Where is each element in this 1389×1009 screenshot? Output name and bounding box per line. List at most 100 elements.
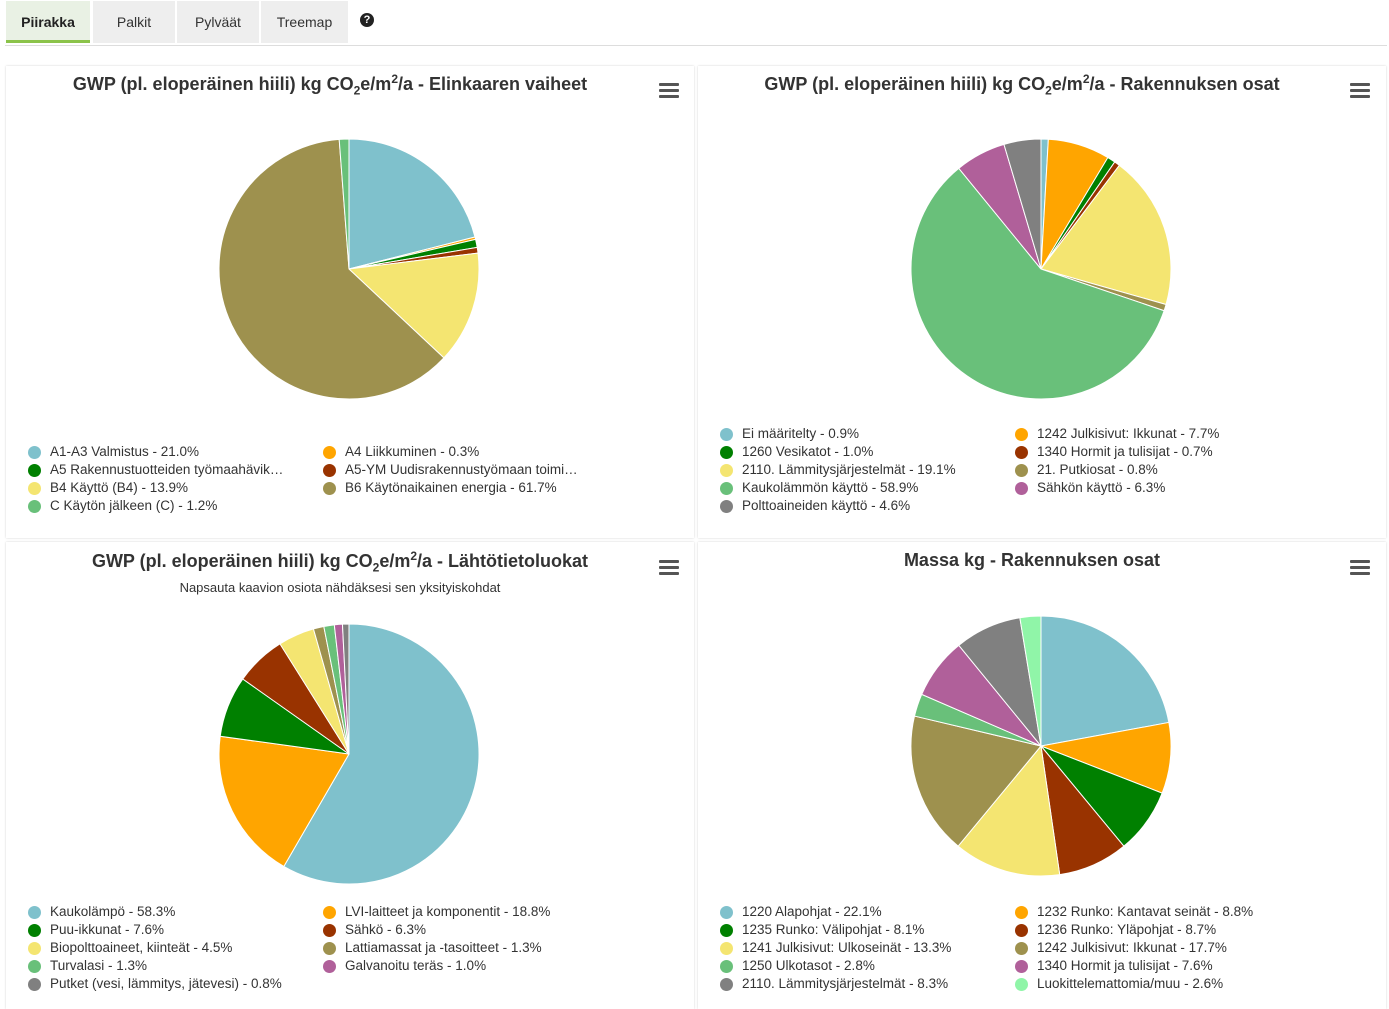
legend-marker-icon — [720, 942, 733, 955]
legend-marker-icon — [1015, 446, 1028, 459]
legend-marker-icon — [323, 942, 336, 955]
legend-marker-icon — [28, 924, 41, 937]
legend-label: 2110. Lämmitysjärjestelmät - 8.3% — [742, 976, 949, 991]
legend-marker-icon — [1015, 924, 1028, 937]
legend-item-puu-ikkunat[interactable]: Puu-ikkunat - 7.6% — [28, 921, 164, 939]
legend-item-b4-kaytto-b4[interactable]: B4 Käyttö (B4) - 13.9% — [28, 479, 188, 497]
chart-panel-rakennuksen-osat-gwp: GWP (pl. eloperäinen hiili) kg CO2e/m2/a… — [698, 66, 1386, 538]
legend-item-a5-ym-uudisrakennustyomaan-toimi[interactable]: A5-YM Uudisrakennustyömaan toimi… — [323, 461, 578, 479]
legend-item-1220-alapohjat[interactable]: 1220 Alapohjat - 22.1% — [720, 903, 882, 921]
legend-label: 1220 Alapohjat - 22.1% — [742, 904, 882, 919]
chart-type-tabs: Piirakka Palkit Pylväät Treemap ? — [5, 0, 1387, 46]
legend-item-1250-ulkotasot[interactable]: 1250 Ulkotasot - 2.8% — [720, 957, 875, 975]
legend-item-turvalasi[interactable]: Turvalasi - 1.3% — [28, 957, 147, 975]
legend-marker-icon — [1015, 464, 1028, 477]
legend-item-1340-hormit-ja-tulisijat[interactable]: 1340 Hormit ja tulisijat - 7.6% — [1015, 957, 1213, 975]
legend-item-polttoaineiden-kaytto[interactable]: Polttoaineiden käyttö - 4.6% — [720, 497, 910, 515]
legend-marker-icon — [28, 464, 41, 477]
legend-marker-icon — [720, 960, 733, 973]
legend-item-1340-hormit-ja-tulisijat[interactable]: 1340 Hormit ja tulisijat - 0.7% — [1015, 443, 1213, 461]
legend-label: A5 Rakennustuotteiden työmaahävik… — [50, 462, 284, 477]
legend-marker-icon — [1015, 960, 1028, 973]
legend-label: Kaukolämpö - 58.3% — [50, 904, 176, 919]
legend-label: B4 Käyttö (B4) - 13.9% — [50, 480, 189, 495]
legend-marker-icon — [720, 446, 733, 459]
legend-marker-icon — [28, 978, 41, 991]
legend-label: Putket (vesi, lämmitys, jätevesi) - 0.8% — [50, 976, 282, 991]
help-icon[interactable]: ? — [360, 13, 374, 27]
legend-label: 1242 Julkisivut: Ikkunat - 7.7% — [1037, 426, 1220, 441]
legend-marker-icon — [720, 500, 733, 513]
legend-item-kaukolampo[interactable]: Kaukolämpö - 58.3% — [28, 903, 175, 921]
legend-label: A4 Liikkuminen - 0.3% — [345, 444, 480, 459]
legend-label: 1340 Hormit ja tulisijat - 0.7% — [1037, 444, 1213, 459]
legend-item-21-putkiosat[interactable]: 21. Putkiosat - 0.8% — [1015, 461, 1158, 479]
tab-palkit[interactable]: Palkit — [93, 1, 175, 43]
legend-label: 1235 Runko: Välipohjat - 8.1% — [742, 922, 925, 937]
legend-marker-icon — [28, 482, 41, 495]
legend-item-1260-vesikatot[interactable]: 1260 Vesikatot - 1.0% — [720, 443, 873, 461]
legend-label: 1241 Julkisivut: Ulkoseinät - 13.3% — [742, 940, 952, 955]
legend-item-lattiamassat-ja-tasoitteet[interactable]: Lattiamassat ja -tasoitteet - 1.3% — [323, 939, 542, 957]
legend-item-a4-liikkuminen[interactable]: A4 Liikkuminen - 0.3% — [323, 443, 479, 461]
legend-label: Sähkön käyttö - 6.3% — [1037, 480, 1166, 495]
legend-item-ei-maaritelty[interactable]: Ei määritelty - 0.9% — [720, 425, 859, 443]
legend-label: 1260 Vesikatot - 1.0% — [742, 444, 874, 459]
legend-item-putket-vesi-lammitys-jatevesi[interactable]: Putket (vesi, lämmitys, jätevesi) - 0.8% — [28, 975, 282, 993]
legend-marker-icon — [720, 906, 733, 919]
legend-item-a1-a3-valmistus[interactable]: A1-A3 Valmistus - 21.0% — [28, 443, 199, 461]
legend-item-kaukolammon-kaytto[interactable]: Kaukolämmön käyttö - 58.9% — [720, 479, 918, 497]
legend-item-2110-lammitysjarjestelmat[interactable]: 2110. Lämmitysjärjestelmät - 8.3% — [720, 975, 948, 993]
legend-label: Turvalasi - 1.3% — [50, 958, 148, 973]
legend-item-a5-rakennustuotteiden-tyomaahavik[interactable]: A5 Rakennustuotteiden työmaahävik… — [28, 461, 283, 479]
legend-marker-icon — [323, 906, 336, 919]
legend-item-1235-runko-valipohjat[interactable]: 1235 Runko: Välipohjat - 8.1% — [720, 921, 924, 939]
legend-marker-icon — [720, 464, 733, 477]
legend-item-b6-kaytonaikainen-energia[interactable]: B6 Käytönaikainen energia - 61.7% — [323, 479, 557, 497]
legend-item-biopolttoaineet-kiinteat[interactable]: Biopolttoaineet, kiinteät - 4.5% — [28, 939, 232, 957]
chart-panel-elinkaaren-vaiheet: GWP (pl. eloperäinen hiili) kg CO2e/m2/a… — [6, 66, 694, 538]
legend-marker-icon — [720, 482, 733, 495]
chart-panel-massa: Massa kg - Rakennuksen osat 1220 Alapohj… — [698, 542, 1386, 1009]
legend-label: 21. Putkiosat - 0.8% — [1037, 462, 1158, 477]
tab-piirakka[interactable]: Piirakka — [6, 1, 90, 43]
legend-item-sahkon-kaytto[interactable]: Sähkön käyttö - 6.3% — [1015, 479, 1165, 497]
legend-label: Biopolttoaineet, kiinteät - 4.5% — [50, 940, 233, 955]
legend-item-1242-julkisivut-ikkunat[interactable]: 1242 Julkisivut: Ikkunat - 7.7% — [1015, 425, 1219, 443]
legend-label: 1250 Ulkotasot - 2.8% — [742, 958, 875, 973]
tab-treemap[interactable]: Treemap — [261, 1, 348, 43]
legend-marker-icon — [323, 446, 336, 459]
legend-item-1241-julkisivut-ulkoseinat[interactable]: 1241 Julkisivut: Ulkoseinät - 13.3% — [720, 939, 951, 957]
legend-label: 1340 Hormit ja tulisijat - 7.6% — [1037, 958, 1213, 973]
legend-marker-icon — [720, 978, 733, 991]
legend-item-galvanoitu-teras[interactable]: Galvanoitu teräs - 1.0% — [323, 957, 486, 975]
legend-marker-icon — [1015, 942, 1028, 955]
legend-item-2110-lammitysjarjestelmat[interactable]: 2110. Lämmitysjärjestelmät - 19.1% — [720, 461, 956, 479]
legend-marker-icon — [1015, 428, 1028, 441]
legend-item-1232-runko-kantavat-seinat[interactable]: 1232 Runko: Kantavat seinät - 8.8% — [1015, 903, 1253, 921]
legend-item-lvi-laitteet-ja-komponentit[interactable]: LVI-laitteet ja komponentit - 18.8% — [323, 903, 550, 921]
legend-marker-icon — [323, 482, 336, 495]
legend-item-1242-julkisivut-ikkunat[interactable]: 1242 Julkisivut: Ikkunat - 17.7% — [1015, 939, 1227, 957]
legend-marker-icon — [28, 500, 41, 513]
legend-marker-icon — [28, 960, 41, 973]
legend-label: A1-A3 Valmistus - 21.0% — [50, 444, 200, 459]
legend-label: Sähkö - 6.3% — [345, 922, 427, 937]
legend-marker-icon — [720, 428, 733, 441]
legend-marker-icon — [323, 464, 336, 477]
legend-marker-icon — [1015, 978, 1028, 991]
legend-item-sahko[interactable]: Sähkö - 6.3% — [323, 921, 426, 939]
legend-label: C Käytön jälkeen (C) - 1.2% — [50, 498, 218, 513]
legend-label: LVI-laitteet ja komponentit - 18.8% — [345, 904, 551, 919]
legend-label: B6 Käytönaikainen energia - 61.7% — [345, 480, 557, 495]
legend-label: 1242 Julkisivut: Ikkunat - 17.7% — [1037, 940, 1227, 955]
tab-pylvaat[interactable]: Pylväät — [177, 1, 259, 43]
legend-item-luokittelemattomia-muu[interactable]: Luokittelemattomia/muu - 2.6% — [1015, 975, 1223, 993]
legend-marker-icon — [1015, 482, 1028, 495]
legend-item-1236-runko-ylapohjat[interactable]: 1236 Runko: Yläpohjat - 8.7% — [1015, 921, 1216, 939]
legend-label: Ei määritelty - 0.9% — [742, 426, 860, 441]
legend-label: Lattiamassat ja -tasoitteet - 1.3% — [345, 940, 542, 955]
legend-label: Puu-ikkunat - 7.6% — [50, 922, 165, 937]
legend-marker-icon — [1015, 906, 1028, 919]
legend-item-c-kayton-jalkeen-c[interactable]: C Käytön jälkeen (C) - 1.2% — [28, 497, 217, 515]
